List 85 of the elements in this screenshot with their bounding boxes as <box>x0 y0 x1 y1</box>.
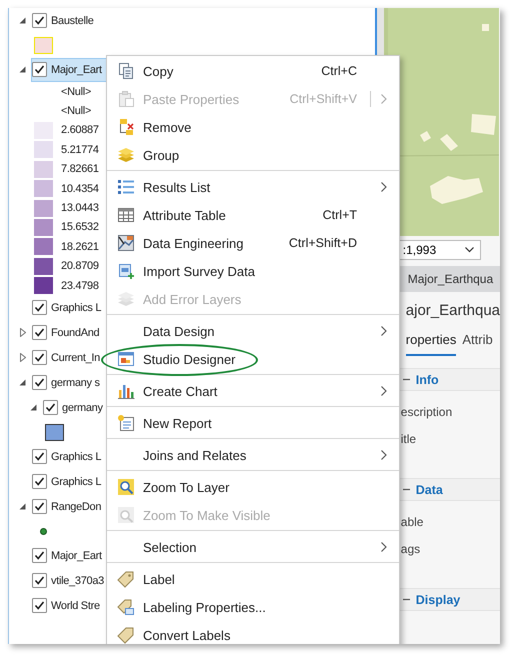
pane-title: ajor_Earthqua <box>404 301 500 321</box>
collapse-triangle-icon[interactable] <box>19 66 26 73</box>
checked-checkbox[interactable] <box>32 474 47 490</box>
expand-triangle-icon[interactable] <box>20 328 26 338</box>
tag-icon <box>117 570 135 588</box>
menu-item[interactable]: Attribute Table Ctrl+T <box>107 201 399 229</box>
legend-label: 10.4354 <box>61 182 99 195</box>
tab[interactable]: Attrib <box>462 328 493 356</box>
menu-item[interactable]: Convert Labels <box>107 621 399 644</box>
layer-name[interactable]: RangeDon <box>51 500 102 513</box>
expand-triangle-icon[interactable] <box>20 353 26 362</box>
menu-item[interactable]: Results List <box>107 173 399 201</box>
collapse-triangle-icon[interactable] <box>19 503 26 510</box>
layer-name[interactable]: Major_Eart <box>51 550 102 562</box>
checked-checkbox[interactable] <box>32 573 47 588</box>
zoom-icon <box>117 478 135 496</box>
layer-name[interactable]: Graphics L <box>51 450 102 463</box>
field-label: escription <box>400 404 454 421</box>
legend-label: 13.0443 <box>61 202 99 214</box>
map-tools-icon <box>117 234 135 252</box>
layers-icon <box>117 290 135 308</box>
collapse-triangle-icon[interactable] <box>19 17 26 24</box>
legend-label: 15.6532 <box>61 221 99 234</box>
checked-checkbox[interactable] <box>32 598 47 614</box>
menu-item[interactable]: Joins and Relates <box>107 441 399 469</box>
legend-label: <Null> <box>61 105 91 118</box>
checked-checkbox[interactable] <box>32 375 47 390</box>
checked-checkbox[interactable] <box>32 548 47 564</box>
menu-item[interactable]: Copy Ctrl+C <box>107 57 399 85</box>
menu-item[interactable]: Remove <box>107 113 399 141</box>
shortcut-text: Ctrl+Shift+V <box>290 92 357 106</box>
layer-name[interactable]: germany <box>62 402 103 414</box>
layer-name[interactable]: Graphics L <box>51 476 102 488</box>
menu-item[interactable]: Selection <box>107 533 399 561</box>
field-label: ags <box>400 541 422 558</box>
tag-icon <box>117 626 135 644</box>
shortcut-text: Ctrl+Shift+D <box>288 236 357 250</box>
menu-item[interactable]: Data Design <box>107 317 399 345</box>
chevron-down-icon <box>464 247 474 253</box>
clipboard-icon <box>117 90 135 108</box>
layers-icon <box>117 146 135 164</box>
pages-icon <box>117 62 135 80</box>
checked-checkbox[interactable] <box>43 400 58 416</box>
layer-name[interactable]: Major_Eart <box>51 64 102 76</box>
field-label: itle <box>400 431 418 448</box>
checked-checkbox[interactable] <box>32 350 47 366</box>
zoom-icon <box>117 506 135 524</box>
legend-label: 7.82661 <box>61 163 99 176</box>
checked-checkbox[interactable] <box>32 499 47 514</box>
layer-name[interactable]: germany s <box>51 376 100 389</box>
legend-label: 2.60887 <box>61 124 99 136</box>
list-icon <box>117 178 135 196</box>
checked-checkbox[interactable] <box>32 300 47 316</box>
shortcut-text: Ctrl+T <box>322 208 357 222</box>
layer-name[interactable]: vtile_370a3 <box>51 574 104 587</box>
checked-checkbox[interactable] <box>32 449 47 464</box>
layer-name[interactable]: FoundAnd <box>51 326 100 339</box>
table-icon <box>117 206 135 224</box>
checked-checkbox[interactable] <box>32 13 47 28</box>
shortcut-text: Ctrl+C <box>321 64 357 78</box>
report-icon <box>117 414 135 432</box>
legend-label: 20.8709 <box>61 260 99 272</box>
layer-name[interactable]: World Stre <box>51 600 100 612</box>
layer-delete-icon <box>117 118 135 136</box>
bar-chart-icon <box>117 382 135 400</box>
checked-checkbox[interactable] <box>32 62 47 77</box>
layer-name[interactable]: Graphics L <box>51 302 102 314</box>
legend-label: 23.4798 <box>61 280 99 292</box>
menu-item[interactable]: New Report <box>107 409 399 437</box>
legend-label: 18.2621 <box>61 240 99 253</box>
layer-name[interactable]: Baustelle <box>51 14 94 26</box>
legend-label: <Null> <box>61 86 91 98</box>
menu-item[interactable]: Import Survey Data <box>107 257 399 285</box>
tag-settings-icon <box>117 598 135 616</box>
layer-name[interactable]: Current_In <box>51 352 100 364</box>
field-label: able <box>400 514 424 531</box>
collapse-triangle-icon[interactable] <box>30 404 37 412</box>
menu-item[interactable]: Group <box>107 141 399 169</box>
collapse-triangle-icon[interactable] <box>19 379 26 386</box>
menu-item[interactable]: Create Chart <box>107 377 399 405</box>
import-icon <box>117 262 135 280</box>
designer-window-icon <box>117 350 135 368</box>
tab[interactable]: roperties <box>406 328 456 356</box>
checked-checkbox[interactable] <box>32 325 47 340</box>
legend-label: 5.21774 <box>61 144 99 156</box>
